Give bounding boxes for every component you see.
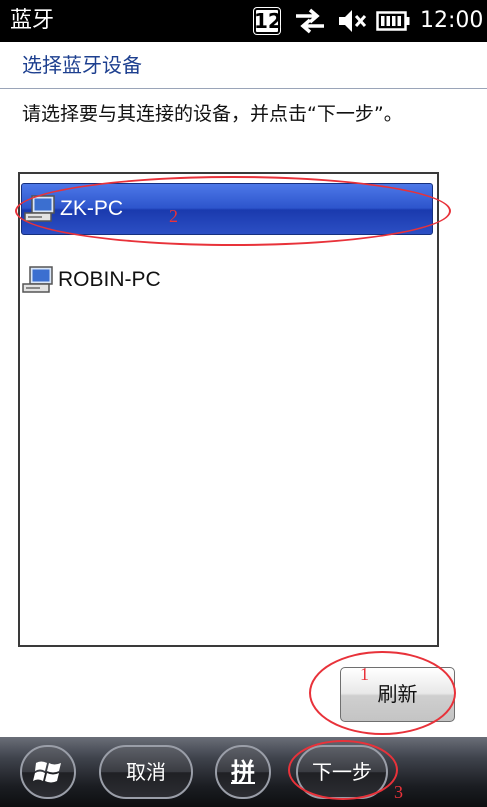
page-title: 选择蓝牙设备 [22, 53, 142, 77]
device-label: ZK-PC [60, 197, 123, 220]
cancel-button[interactable]: 取消 [99, 745, 193, 799]
clock[interactable]: 12:00 [420, 8, 483, 34]
device-list[interactable]: ZK-PC ROBIN-PC [18, 172, 439, 647]
windows-flag-icon [33, 761, 61, 782]
status-bar: 蓝牙 12 12:00 [0, 0, 487, 42]
page-header: 选择蓝牙设备 [0, 42, 487, 89]
start-button[interactable] [20, 745, 76, 799]
softkey-bar: 取消 拼 下一步 [0, 737, 487, 807]
computer-icon [22, 266, 53, 293]
battery-icon[interactable] [376, 11, 410, 31]
device-item-zk-pc[interactable]: ZK-PC [21, 183, 433, 235]
computer-icon [24, 195, 55, 222]
refresh-button[interactable]: 刷新 [340, 667, 455, 722]
instruction-text: 请选择要与其连接的设备，并点击“下一步”。 [22, 103, 403, 125]
next-button[interactable]: 下一步 [296, 745, 388, 799]
input-method-button[interactable]: 拼 [215, 745, 271, 799]
data-sync-icon[interactable] [294, 8, 326, 34]
calendar-badge-icon[interactable]: 12 [254, 8, 282, 34]
volume-muted-icon[interactable] [337, 8, 367, 34]
app-title: 蓝牙 [10, 8, 55, 33]
device-label: ROBIN-PC [58, 268, 161, 291]
device-item-robin-pc[interactable]: ROBIN-PC [20, 254, 435, 306]
